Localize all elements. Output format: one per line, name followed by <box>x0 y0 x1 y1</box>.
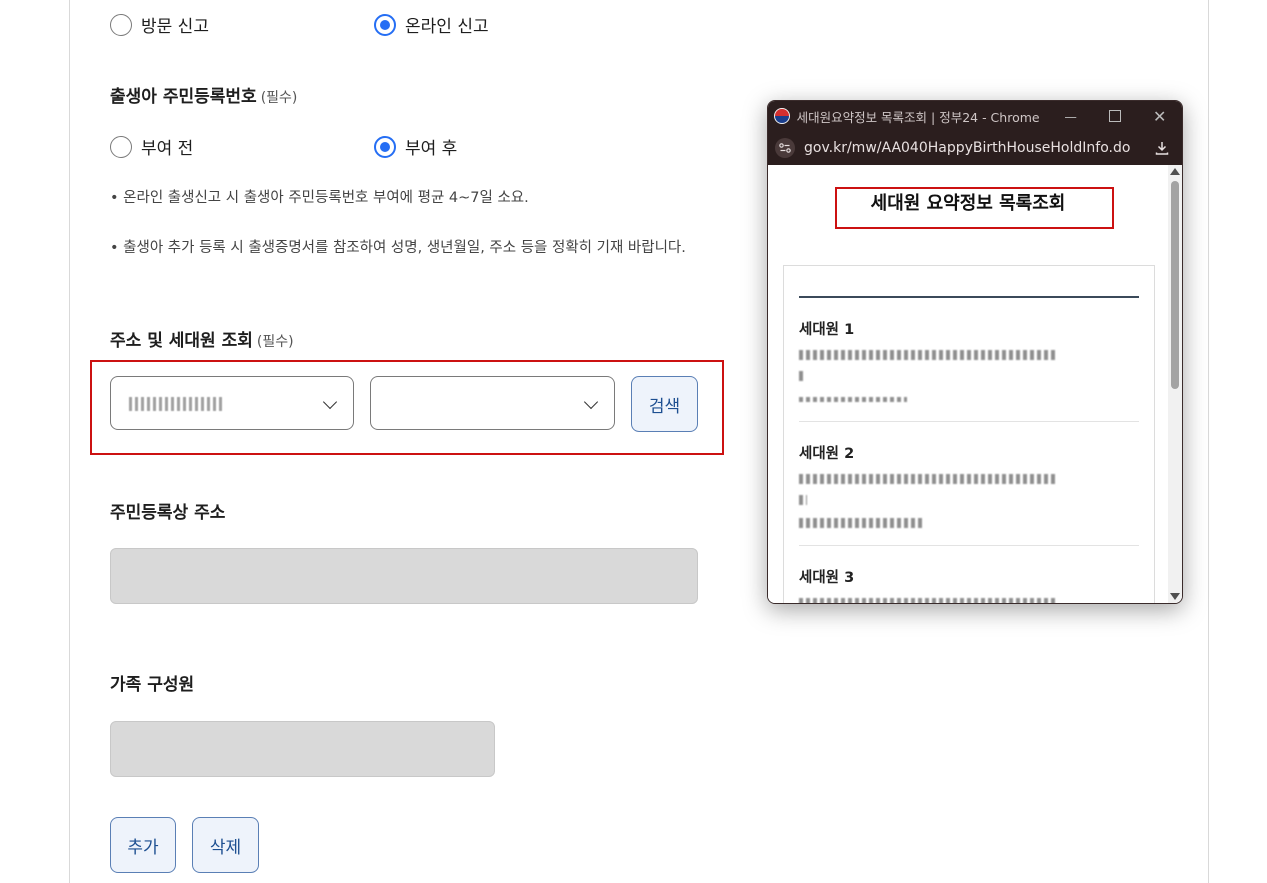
close-icon[interactable]: ✕ <box>1137 107 1182 126</box>
radio-label: 온라인 신고 <box>405 17 489 37</box>
rrn-note-1: • 온라인 출생신고 시 출생아 주민등록번호 부여에 평균 4~7일 소요. <box>110 190 529 206</box>
member-1-title: 세대원 1 <box>799 322 855 338</box>
rrn-section-title: 출생아 주민등록번호 (필수) <box>110 82 297 107</box>
radio-online-report[interactable]: 온라인 신고 <box>374 12 638 37</box>
popup-address-bar: gov.kr/mw/AA040HappyBirthHouseHoldInfo.d… <box>768 131 1182 165</box>
highlight-box-heading <box>835 187 1114 229</box>
redacted-line <box>799 518 923 528</box>
radio-label: 부여 전 <box>141 139 194 159</box>
report-type-radio-group: 방문 신고 온라인 신고 <box>110 12 638 37</box>
member-3-title: 세대원 3 <box>799 570 855 586</box>
popup-scrollbar[interactable] <box>1168 165 1182 603</box>
section-title-text: 출생아 주민등록번호 <box>110 87 257 107</box>
popup-titlebar: 세대원요약정보 목록조회 | 정부24 - Chrome — ✕ <box>768 101 1182 131</box>
radio-label: 부여 후 <box>405 139 458 159</box>
separator <box>799 545 1139 546</box>
radio-circle-checked[interactable] <box>374 135 396 158</box>
family-title: 가족 구성원 <box>110 675 195 695</box>
popup-window: 세대원요약정보 목록조회 | 정부24 - Chrome — ✕ gov.kr/… <box>767 100 1183 604</box>
popup-url: gov.kr/mw/AA040HappyBirthHouseHoldInfo.d… <box>804 140 1131 156</box>
redacted-line <box>799 397 907 402</box>
window-title: 세대원요약정보 목록조회 | 정부24 - Chrome <box>796 109 1040 125</box>
minimize-icon[interactable]: — <box>1048 109 1093 124</box>
add-button[interactable]: 추가 <box>110 817 176 873</box>
content-border-left <box>69 0 70 883</box>
radio-before-assign[interactable]: 부여 전 <box>110 134 374 159</box>
separator <box>799 421 1139 422</box>
redacted-line <box>799 474 1055 484</box>
scroll-up-arrow-icon[interactable] <box>1170 168 1180 175</box>
highlight-box-address <box>90 360 724 455</box>
redacted-line <box>799 598 1055 603</box>
redacted-line <box>799 371 803 381</box>
member-list-card: 세대원 1 세대원 2 세대원 3 <box>783 265 1155 603</box>
rrn-note-2: • 출생아 추가 등록 시 출생증명서를 참조하여 성명, 생년월일, 주소 등… <box>110 240 686 256</box>
family-members-field <box>110 721 495 777</box>
redacted-line <box>799 350 1055 360</box>
scroll-thumb[interactable] <box>1171 181 1179 389</box>
gov-logo-icon <box>774 108 790 124</box>
radio-after-assign[interactable]: 부여 후 <box>374 134 638 159</box>
download-icon[interactable] <box>1154 140 1170 156</box>
registered-address-field <box>110 548 698 604</box>
required-tag: (필수) <box>260 90 298 106</box>
radio-visit-report[interactable]: 방문 신고 <box>110 12 374 37</box>
radio-circle[interactable] <box>110 13 132 36</box>
registered-address-title: 주민등록상 주소 <box>110 503 226 523</box>
rrn-radio-group: 부여 전 부여 후 <box>110 134 638 159</box>
card-top-rule <box>799 296 1139 298</box>
delete-button[interactable]: 삭제 <box>192 817 259 873</box>
radio-circle[interactable] <box>110 135 132 158</box>
radio-circle-checked[interactable] <box>374 13 396 36</box>
content-border-right <box>1208 0 1209 883</box>
required-tag: (필수) <box>256 334 294 350</box>
redacted-line <box>799 495 807 505</box>
maximize-icon[interactable] <box>1093 110 1138 122</box>
member-2-title: 세대원 2 <box>799 446 855 462</box>
site-settings-icon[interactable] <box>774 137 796 159</box>
radio-label: 방문 신고 <box>141 17 209 37</box>
scroll-down-arrow-icon[interactable] <box>1170 593 1180 600</box>
section-title-text: 주소 및 세대원 조회 <box>110 331 253 351</box>
address-section-title: 주소 및 세대원 조회 (필수) <box>110 326 294 351</box>
popup-content: 세대원 요약정보 목록조회 세대원 1 세대원 2 세대원 3 <box>768 165 1168 603</box>
